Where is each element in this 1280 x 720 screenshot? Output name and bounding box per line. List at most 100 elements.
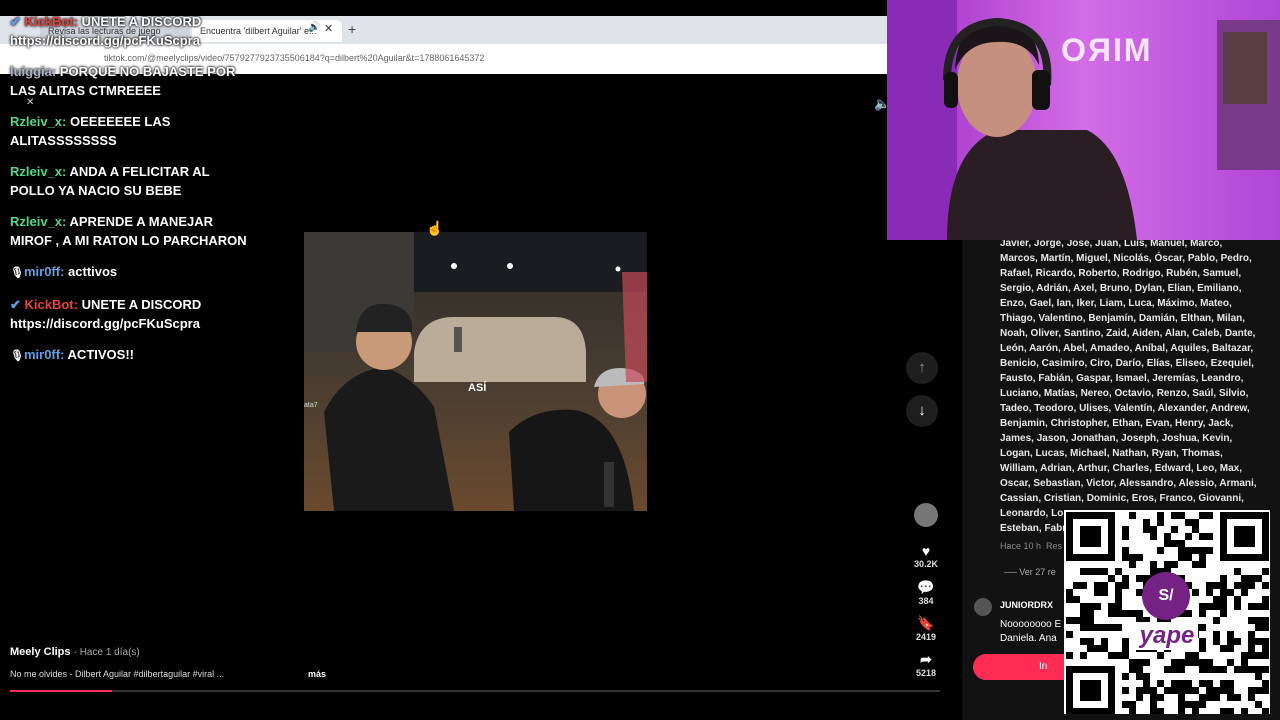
qr-module bbox=[1199, 645, 1206, 652]
qr-module bbox=[1178, 701, 1185, 708]
qr-module bbox=[1234, 666, 1241, 673]
qr-module bbox=[1192, 519, 1199, 526]
arrow-up-icon: ↑ bbox=[918, 359, 926, 376]
chat-message: Rzleiv_x: ANDA A FELICITAR AL POLLO YA N… bbox=[10, 162, 250, 200]
qr-module bbox=[1094, 603, 1101, 610]
qr-module bbox=[1129, 561, 1136, 568]
post-time: · Hace 1 día(s) bbox=[73, 647, 140, 658]
comment-text: Daniela, Ana bbox=[1000, 633, 1057, 641]
share-count: 5218 bbox=[915, 668, 937, 678]
qr-module bbox=[1115, 582, 1122, 589]
more-link[interactable]: más bbox=[308, 669, 326, 679]
comment-time: Hace 10 h bbox=[1000, 541, 1042, 551]
video-progress-track[interactable] bbox=[10, 690, 940, 692]
qr-module bbox=[1262, 687, 1269, 694]
qr-module bbox=[1185, 659, 1192, 666]
qr-module bbox=[1248, 582, 1255, 589]
qr-module bbox=[1080, 603, 1087, 610]
post-description: No me olvides - Dilbert Aguilar #dilbert… bbox=[10, 669, 225, 679]
video-watermark: ata7 bbox=[304, 402, 318, 409]
qr-module bbox=[1164, 666, 1171, 673]
qr-module bbox=[1220, 589, 1227, 596]
reply-button[interactable]: Res bbox=[1046, 541, 1062, 551]
qr-module bbox=[1115, 603, 1122, 610]
qr-module bbox=[1080, 638, 1087, 645]
yape-logo: yape bbox=[1136, 622, 1198, 650]
qr-module bbox=[1178, 512, 1185, 519]
qr-module bbox=[1220, 680, 1227, 687]
qr-module bbox=[1115, 589, 1122, 596]
like-button[interactable]: ♥ 30.2K bbox=[906, 543, 946, 569]
view-replies-button[interactable]: ── Ver 27 re bbox=[1004, 567, 1056, 577]
avatar bbox=[914, 503, 938, 527]
qr-module bbox=[1199, 512, 1206, 519]
previous-video-button[interactable]: ↑ bbox=[906, 352, 938, 384]
qr-module bbox=[1213, 631, 1220, 638]
qr-module bbox=[1185, 687, 1192, 694]
post-author[interactable]: Meely Clips · Hace 1 día(s) bbox=[10, 646, 140, 658]
speaker-icon[interactable]: 🔊 bbox=[308, 22, 320, 33]
qr-module bbox=[1108, 575, 1115, 582]
chat-username: luiggia: bbox=[10, 64, 60, 79]
qr-module bbox=[1185, 610, 1192, 617]
qr-module bbox=[1087, 645, 1094, 652]
qr-module bbox=[1213, 694, 1220, 701]
qr-module bbox=[1199, 659, 1206, 666]
qr-module bbox=[1241, 652, 1248, 659]
qr-module bbox=[1087, 624, 1094, 631]
comment-count: 384 bbox=[918, 596, 934, 606]
qr-module bbox=[1157, 519, 1164, 526]
qr-module bbox=[1185, 680, 1192, 687]
qr-module bbox=[1227, 680, 1234, 687]
qr-module bbox=[1255, 652, 1262, 659]
qr-module bbox=[1066, 589, 1073, 596]
qr-module bbox=[1199, 610, 1206, 617]
qr-module bbox=[1206, 547, 1213, 554]
qr-module bbox=[1122, 638, 1129, 645]
comment-button[interactable]: 💬 384 bbox=[906, 579, 946, 606]
avatar[interactable] bbox=[974, 598, 992, 616]
save-button[interactable]: 🔖 2419 bbox=[906, 615, 946, 642]
qr-module bbox=[1171, 512, 1178, 519]
qr-module bbox=[1220, 645, 1227, 652]
qr-module bbox=[1178, 694, 1185, 701]
qr-module bbox=[1080, 568, 1087, 575]
close-icon[interactable]: ✕ bbox=[324, 22, 333, 35]
qr-module bbox=[1066, 652, 1073, 659]
qr-module bbox=[1220, 575, 1227, 582]
next-video-button[interactable]: ↓ bbox=[906, 395, 938, 427]
qr-module bbox=[1234, 638, 1241, 645]
author-name[interactable]: Meely Clips bbox=[10, 646, 71, 658]
yape-qr-code: S/ yape bbox=[1064, 510, 1270, 715]
qr-module bbox=[1206, 680, 1213, 687]
qr-module bbox=[1136, 659, 1143, 666]
qr-finder bbox=[1234, 526, 1255, 547]
qr-module bbox=[1178, 540, 1185, 547]
qr-module bbox=[1150, 561, 1157, 568]
qr-module bbox=[1227, 638, 1234, 645]
arrow-down-icon: ↓ bbox=[918, 402, 926, 419]
qr-module bbox=[1101, 589, 1108, 596]
qr-module bbox=[1185, 533, 1192, 540]
qr-module bbox=[1143, 673, 1150, 680]
qr-module bbox=[1262, 624, 1269, 631]
comment-icon: 💬 bbox=[917, 579, 935, 595]
close-icon[interactable]: ✕ bbox=[26, 97, 34, 108]
share-button[interactable]: ➦ 5218 bbox=[906, 651, 946, 678]
qr-module bbox=[1262, 603, 1269, 610]
qr-module bbox=[1213, 596, 1220, 603]
new-tab-button[interactable]: + bbox=[348, 21, 356, 37]
qr-module bbox=[1185, 652, 1192, 659]
qr-module bbox=[1206, 666, 1213, 673]
video-player[interactable]: ASÍ ata7 bbox=[304, 232, 647, 511]
qr-module bbox=[1255, 638, 1262, 645]
qr-module bbox=[1122, 533, 1129, 540]
qr-module bbox=[1122, 575, 1129, 582]
author-avatar[interactable] bbox=[906, 503, 946, 529]
qr-module bbox=[1115, 568, 1122, 575]
comment-username[interactable]: JUNIORDRX bbox=[1000, 600, 1053, 610]
share-icon: ➦ bbox=[920, 651, 932, 667]
qr-module bbox=[1101, 568, 1108, 575]
qr-module bbox=[1122, 547, 1129, 554]
qr-module bbox=[1150, 526, 1157, 533]
